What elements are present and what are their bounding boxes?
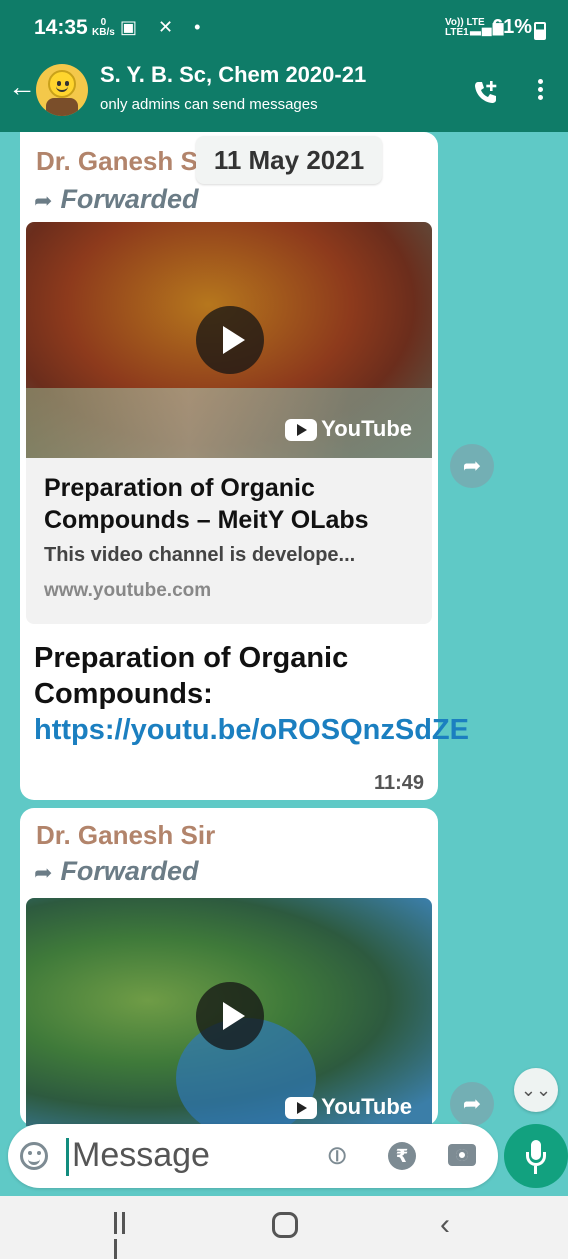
message-input[interactable] — [72, 1132, 312, 1178]
system-nav-bar: ‹ — [0, 1196, 568, 1259]
home-icon[interactable] — [272, 1212, 298, 1238]
group-subtitle: only admins can send messages — [100, 96, 318, 113]
chat-header: ← S. Y. B. Sc, Chem 2020-21 only admins … — [0, 56, 568, 132]
message-text: Preparation of Organic Compounds: https:… — [34, 642, 469, 746]
sender-name: Dr. Ganesh Sir — [36, 820, 216, 850]
sender-name: Dr. Ganesh S — [36, 146, 198, 176]
network-speed: 0 KB/s — [92, 17, 115, 38]
youtube-logo-icon — [285, 419, 318, 442]
top-bar: 14:35 0 KB/s ▣ ✕ • Vo)) LTE LTE1 ▂▄▆ 61% ←… — [0, 0, 568, 132]
share-forward-icon[interactable]: ➦ — [450, 1082, 494, 1126]
youtube-badge: YouTube — [285, 416, 412, 442]
share-forward-icon[interactable]: ➦ — [450, 444, 494, 488]
status-time: 14:35 — [34, 16, 88, 39]
message-bubble[interactable]: Dr. Ganesh S ➦ Forwarded YouTube Preparat… — [20, 132, 469, 800]
status-bar: 14:35 0 KB/s ▣ ✕ • Vo)) LTE LTE1 ▂▄▆ 61% — [0, 0, 568, 56]
camera-icon[interactable] — [448, 1144, 476, 1166]
recent-apps-icon[interactable] — [114, 1212, 136, 1259]
youtube-logo-icon — [285, 1097, 318, 1120]
message-link[interactable]: https://youtu.be/oROSQnzSdZE — [34, 714, 469, 746]
video-thumbnail[interactable]: YouTube — [26, 222, 432, 458]
more-options-icon[interactable] — [534, 76, 546, 106]
date-chip: 11 May 2021 — [196, 136, 382, 184]
youtube-badge: YouTube — [285, 1094, 412, 1120]
nav-back-icon[interactable]: ‹ — [440, 1208, 450, 1242]
preview-description: This video channel is develope... — [44, 544, 356, 566]
play-icon[interactable] — [196, 982, 264, 1050]
scroll-down-icon[interactable]: ⌄⌄ — [514, 1068, 558, 1112]
smiley-avatar-icon — [48, 70, 76, 98]
battery-icon — [534, 22, 546, 40]
forwarded-label: ➦ Forwarded — [34, 856, 199, 886]
back-arrow-icon[interactable]: ← — [8, 72, 36, 102]
group-avatar[interactable] — [36, 64, 88, 116]
message-bubble[interactable]: Dr. Ganesh Sir ➦ Forwarded YouTube — [20, 808, 438, 1126]
video-thumbnail[interactable]: YouTube — [26, 898, 432, 1126]
message-input-bar: ⊘ ₹ — [8, 1124, 498, 1188]
play-icon[interactable] — [196, 306, 264, 374]
preview-url: www.youtube.com — [44, 580, 212, 601]
forwarded-label: ➦ Forwarded — [34, 184, 199, 214]
text-cursor — [66, 1138, 69, 1176]
emoji-icon[interactable] — [20, 1142, 48, 1170]
rupee-payment-icon[interactable]: ₹ — [388, 1142, 416, 1170]
notification-icons: ▣ ✕ • — [120, 17, 209, 37]
link-preview[interactable]: Preparation of Organic Compounds – MeitY… — [26, 458, 432, 624]
paperclip-icon[interactable]: ⊘ — [318, 1137, 355, 1174]
forwarded-arrow-icon: ➦ — [34, 860, 53, 885]
forwarded-arrow-icon: ➦ — [34, 188, 53, 213]
add-call-icon[interactable] — [472, 78, 500, 106]
microphone-button[interactable] — [504, 1124, 568, 1188]
preview-title: Preparation of Organic Compounds – MeitY… — [44, 474, 369, 534]
battery-level: 61% — [492, 16, 533, 38]
message-time: 11:49 — [373, 772, 424, 794]
group-title[interactable]: S. Y. B. Sc, Chem 2020-21 — [100, 62, 366, 88]
